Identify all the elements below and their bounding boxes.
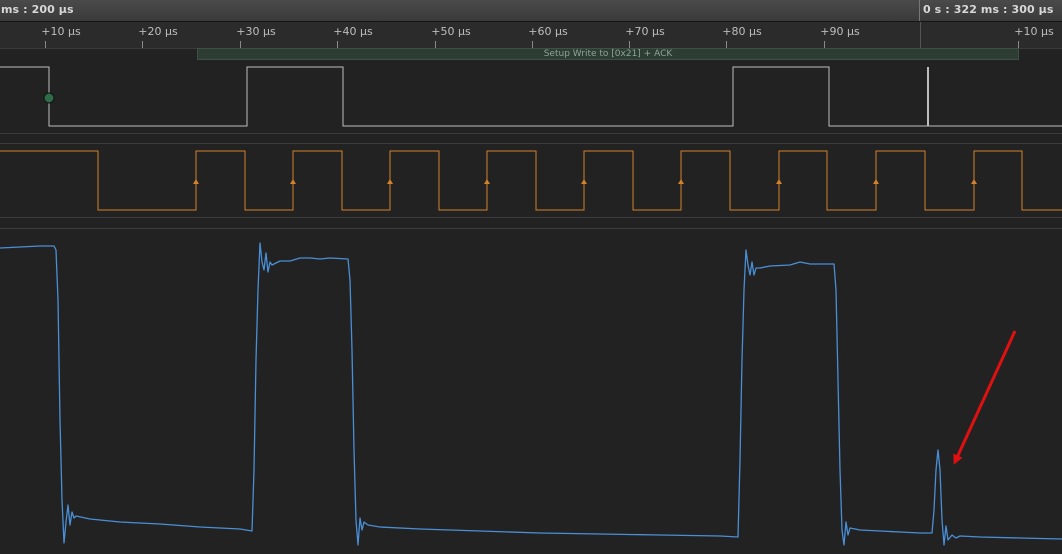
rising-edge-arrow-icon (873, 179, 879, 184)
annotation-arrow-icon (953, 330, 1017, 465)
scl-digital-trace (0, 150, 1062, 211)
rising-edge-arrow-icon (193, 179, 199, 184)
rising-edge-arrow-icon (387, 179, 393, 184)
rising-edge-arrow-icon (484, 179, 490, 184)
scl-rising-edge-markers (193, 179, 977, 184)
trigger-marker-dot[interactable] (43, 92, 55, 104)
waveform-area[interactable] (0, 0, 1062, 554)
rising-edge-arrow-icon (290, 179, 296, 184)
rising-edge-arrow-icon (971, 179, 977, 184)
rising-edge-arrow-icon (581, 179, 587, 184)
sda-digital-trace (0, 66, 1062, 127)
analog-trace (0, 242, 1062, 546)
rising-edge-arrow-icon (678, 179, 684, 184)
rising-edge-arrow-icon (776, 179, 782, 184)
